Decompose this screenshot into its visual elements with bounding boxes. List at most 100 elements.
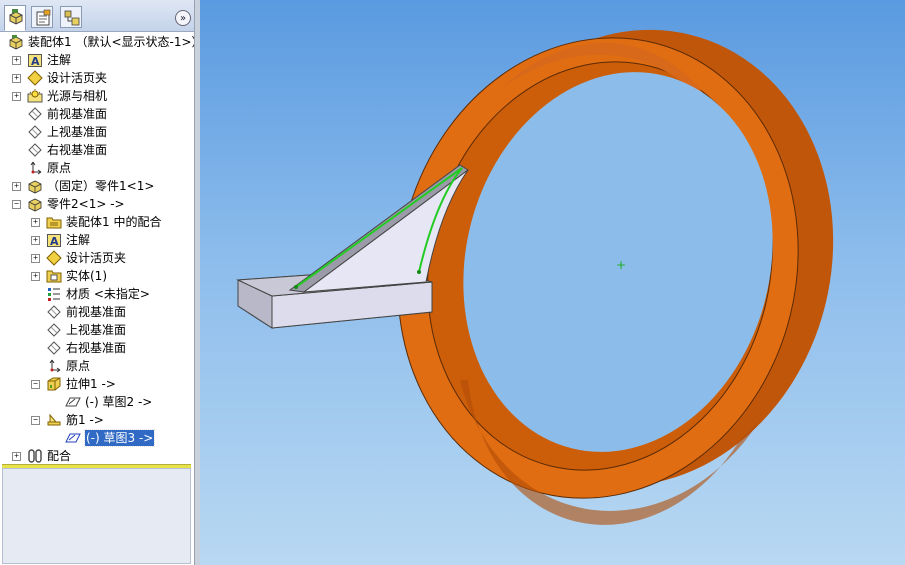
annotation-icon: A <box>28 54 42 68</box>
tree-item-label: 零件2<1> -> <box>47 197 125 211</box>
material-icon <box>48 288 60 301</box>
collapse-toggle[interactable]: − <box>12 200 21 209</box>
svg-text:A: A <box>31 55 40 68</box>
tree-item-label: (-) 草图2 -> <box>85 395 153 409</box>
plane-icon <box>28 143 42 157</box>
tree-item-front-plane[interactable]: 前视基准面 <box>0 105 192 123</box>
tree-item-label: 配合 <box>47 449 72 463</box>
rib-icon <box>47 413 61 426</box>
tree-item-solid-bodies[interactable]: + 实体(1) <box>0 267 192 285</box>
design-binder-icon <box>46 250 62 266</box>
expand-toggle[interactable]: + <box>12 182 21 191</box>
tree-item-mates-in-assembly[interactable]: + 装配体1 中的配合 <box>0 213 192 231</box>
tree-item-label-selected: (-) 草图3 -> <box>83 429 156 447</box>
tree-item-label: 前视基准面 <box>66 305 127 319</box>
collapse-toggle[interactable]: − <box>31 380 40 389</box>
tree-item-label: 上视基准面 <box>47 125 108 139</box>
collapse-panel-button[interactable]: » <box>175 10 191 26</box>
tree-item-label: 注解 <box>47 53 72 67</box>
feature-tree: 装配体1 （默认<显示状态-1>） + A 注解 + 设计活页夹 + 光源与相机… <box>0 32 204 465</box>
tree-item-annotations[interactable]: + A 注解 <box>0 51 192 69</box>
mates-folder-icon <box>46 217 62 229</box>
part-icon <box>28 180 42 194</box>
expand-toggle[interactable]: + <box>31 236 40 245</box>
tree-item-part1[interactable]: + （固定）零件1<1> <box>0 177 192 195</box>
assembly-icon <box>9 35 23 50</box>
tree-item-mates[interactable]: + 配合 <box>0 447 192 465</box>
propertymanager-icon <box>36 9 51 26</box>
tree-item-design-binder[interactable]: + 设计活页夹 <box>0 69 192 87</box>
tree-item-rib1[interactable]: − 筋1 -> <box>0 411 192 429</box>
tree-item-part-top-plane[interactable]: 上视基准面 <box>0 321 192 339</box>
tree-item-part-design-binder[interactable]: + 设计活页夹 <box>0 249 192 267</box>
tree-item-part-annotations[interactable]: + A 注解 <box>0 231 192 249</box>
sketch3-endpoint <box>417 270 421 274</box>
mates-icon <box>28 449 42 463</box>
expand-toggle[interactable]: + <box>12 92 21 101</box>
tree-root-label: 装配体1 （默认<显示状态-1>） <box>28 35 204 49</box>
tree-item-label: 装配体1 中的配合 <box>66 215 162 229</box>
tree-item-label: 拉伸1 -> <box>66 377 116 391</box>
plane-icon <box>28 107 42 121</box>
svg-text:A: A <box>50 235 59 248</box>
expand-toggle[interactable]: + <box>31 218 40 227</box>
configurationmanager-icon <box>64 10 80 26</box>
plane-icon <box>28 125 42 139</box>
tree-item-label: （固定）零件1<1> <box>47 179 155 193</box>
tree-item-part-front-plane[interactable]: 前视基准面 <box>0 303 192 321</box>
tree-item-lights-cameras[interactable]: + 光源与相机 <box>0 87 192 105</box>
tree-item-label: 上视基准面 <box>66 323 127 337</box>
plane-icon <box>47 341 61 355</box>
tree-item-part2[interactable]: − 零件2<1> -> <box>0 195 192 213</box>
propertymanager-tab[interactable] <box>31 6 53 28</box>
plane-icon <box>47 305 61 319</box>
configurationmanager-tab[interactable] <box>60 6 82 28</box>
expand-toggle[interactable]: + <box>12 452 21 461</box>
tree-item-part-right-plane[interactable]: 右视基准面 <box>0 339 192 357</box>
tree-item-part-origin[interactable]: 原点 <box>0 357 192 375</box>
design-binder-icon <box>27 70 43 86</box>
lights-cameras-icon <box>27 89 43 103</box>
tree-item-label: 光源与相机 <box>47 89 108 103</box>
origin-icon <box>30 161 42 175</box>
manager-tab-bar: » <box>0 0 194 32</box>
tree-item-top-plane[interactable]: 上视基准面 <box>0 123 192 141</box>
tree-item-sketch2[interactable]: (-) 草图2 -> <box>0 393 192 411</box>
featuremanager-tab[interactable] <box>4 5 26 31</box>
tree-item-label: 前视基准面 <box>47 107 108 121</box>
tree-item-label: 材质 <未指定> <box>66 287 150 301</box>
tree-item-label: 实体(1) <box>66 269 107 283</box>
plane-icon <box>47 323 61 337</box>
sketch-icon <box>65 433 81 443</box>
expand-toggle[interactable]: + <box>31 272 40 281</box>
solid-bodies-folder-icon <box>46 270 62 283</box>
tree-item-sketch3[interactable]: (-) 草图3 -> <box>0 429 192 447</box>
tree-item-label: 注解 <box>66 233 91 247</box>
tree-item-label: 原点 <box>66 359 91 373</box>
tree-item-extrude1[interactable]: − 拉伸1 -> <box>0 375 192 393</box>
graphics-area[interactable]: + <box>200 0 905 565</box>
tree-item-material[interactable]: 材质 <未指定> <box>0 285 192 303</box>
expand-toggle[interactable]: + <box>12 56 21 65</box>
origin-marker: + <box>616 258 626 272</box>
tree-item-label: 右视基准面 <box>66 341 127 355</box>
origin-icon <box>49 359 61 373</box>
expand-toggle[interactable]: + <box>31 254 40 263</box>
part-icon <box>28 198 42 212</box>
tree-root-assembly[interactable]: 装配体1 （默认<显示状态-1>） <box>0 33 204 51</box>
tree-item-label: 筋1 -> <box>66 413 104 427</box>
tree-item-label: 原点 <box>47 161 72 175</box>
tree-item-label: 右视基准面 <box>47 143 108 157</box>
sketch3-endpoint <box>294 285 298 289</box>
model-view: + <box>236 29 834 525</box>
lower-panel <box>2 468 191 564</box>
extrude-icon <box>47 377 61 391</box>
feature-manager-panel: » 装配体1 （默认<显示状态-1>） + A 注解 + 设计活页夹 + 光源与… <box>0 0 204 565</box>
featuremanager-icon <box>9 9 23 25</box>
tree-item-right-plane[interactable]: 右视基准面 <box>0 141 192 159</box>
tree-item-origin[interactable]: 原点 <box>0 159 192 177</box>
collapse-toggle[interactable]: − <box>31 416 40 425</box>
expand-toggle[interactable]: + <box>12 74 21 83</box>
tree-item-label: 设计活页夹 <box>47 71 108 85</box>
annotation-icon: A <box>47 234 61 248</box>
